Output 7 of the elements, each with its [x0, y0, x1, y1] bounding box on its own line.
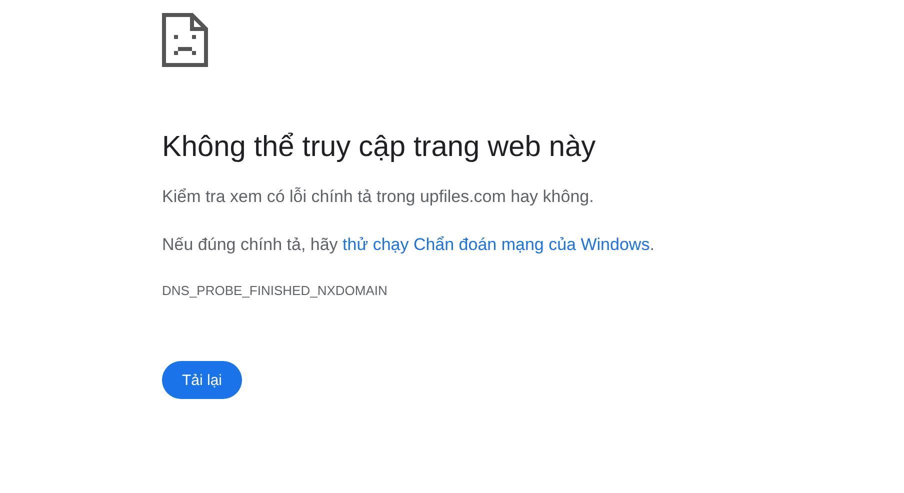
suggestion-text: Nếu đúng chính tả, hãy thử chạy Chẩn đoán mạng của Windows. [162, 234, 656, 256]
diagnostics-link[interactable]: thử chạy Chẩn đoán mạng của Windows [342, 235, 650, 254]
error-code: DNS_PROBE_FINISHED_NXDOMAIN [162, 283, 388, 299]
error-heading: Không thể truy cập trang web này [162, 130, 597, 165]
sad-page-icon [162, 13, 208, 67]
suggestion-text: Kiểm tra xem có lỗi chính tả trong upfiles.com hay không. [162, 186, 595, 208]
reload-button[interactable]: Tải lại [162, 361, 242, 399]
